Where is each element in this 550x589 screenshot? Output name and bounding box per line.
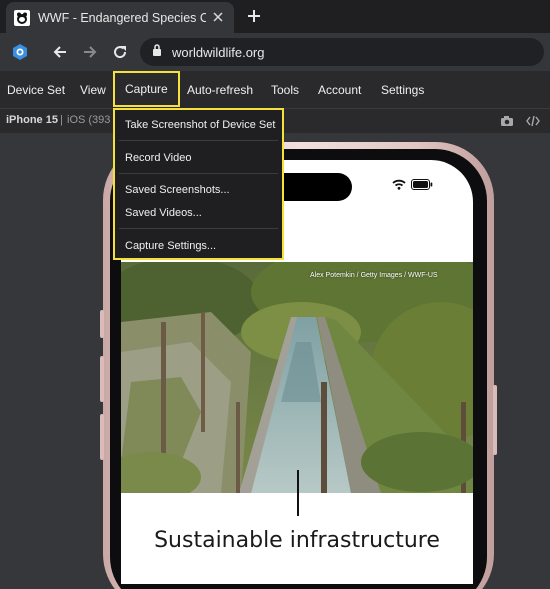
capture-dropdown-menu: Take Screenshot of Device Set Record Vid… xyxy=(113,108,284,260)
menu-device-set[interactable]: Device Set xyxy=(7,71,65,109)
menu-account[interactable]: Account xyxy=(318,71,361,109)
browser-toolbar: worldwildlife.org xyxy=(0,33,550,71)
status-icons xyxy=(392,177,433,195)
article-photo xyxy=(121,262,473,493)
address-bar[interactable]: worldwildlife.org xyxy=(140,38,544,66)
menu-tools[interactable]: Tools xyxy=(271,71,299,109)
battery-icon xyxy=(411,177,433,195)
saved-videos-item[interactable]: Saved Videos... xyxy=(125,207,202,219)
url-text: worldwildlife.org xyxy=(172,44,265,60)
menu-divider xyxy=(119,173,278,174)
menu-divider xyxy=(119,228,278,229)
volume-up-button xyxy=(100,356,104,402)
lock-icon[interactable] xyxy=(152,43,162,61)
volume-down-button xyxy=(100,414,104,460)
menu-settings[interactable]: Settings xyxy=(381,71,424,109)
device-os: iOS (393 xyxy=(67,114,111,126)
forward-arrow-icon[interactable] xyxy=(80,42,100,62)
close-icon[interactable] xyxy=(210,9,226,25)
saved-screenshots-item[interactable]: Saved Screenshots... xyxy=(125,184,230,196)
scroll-indicator-line xyxy=(297,470,299,516)
record-video-item[interactable]: Record Video xyxy=(125,152,191,164)
browser-tab-strip: WWF - Endangered Species Cons xyxy=(0,0,550,33)
capture-settings-item[interactable]: Capture Settings... xyxy=(125,240,216,252)
code-icon[interactable] xyxy=(525,113,541,129)
plus-icon[interactable] xyxy=(244,6,264,26)
reload-icon[interactable] xyxy=(110,42,130,62)
browser-tab[interactable]: WWF - Endangered Species Cons xyxy=(6,2,234,33)
action-button xyxy=(100,310,104,338)
wwf-panda-favicon-icon xyxy=(14,9,30,26)
wifi-icon xyxy=(392,177,406,195)
power-button xyxy=(493,385,497,455)
menu-capture[interactable]: Capture xyxy=(113,71,180,107)
back-arrow-icon[interactable] xyxy=(50,42,70,62)
take-screenshot-item[interactable]: Take Screenshot of Device Set xyxy=(125,119,275,131)
app-menubar: Device Set View Capture Auto-refresh Too… xyxy=(0,71,550,109)
extension-icon[interactable] xyxy=(10,42,30,62)
menu-view[interactable]: View xyxy=(80,71,106,109)
device-separator: | xyxy=(60,114,63,126)
menu-divider xyxy=(119,140,278,141)
menu-auto-refresh[interactable]: Auto-refresh xyxy=(187,71,253,109)
article-heading: Sustainable infrastructure xyxy=(154,528,440,553)
photo-credit: Alex Potemkin / Getty Images / WWF-US xyxy=(310,272,438,279)
device-name: iPhone 15 xyxy=(6,114,58,126)
camera-icon[interactable] xyxy=(499,113,515,129)
tab-title: WWF - Endangered Species Cons xyxy=(38,10,206,25)
